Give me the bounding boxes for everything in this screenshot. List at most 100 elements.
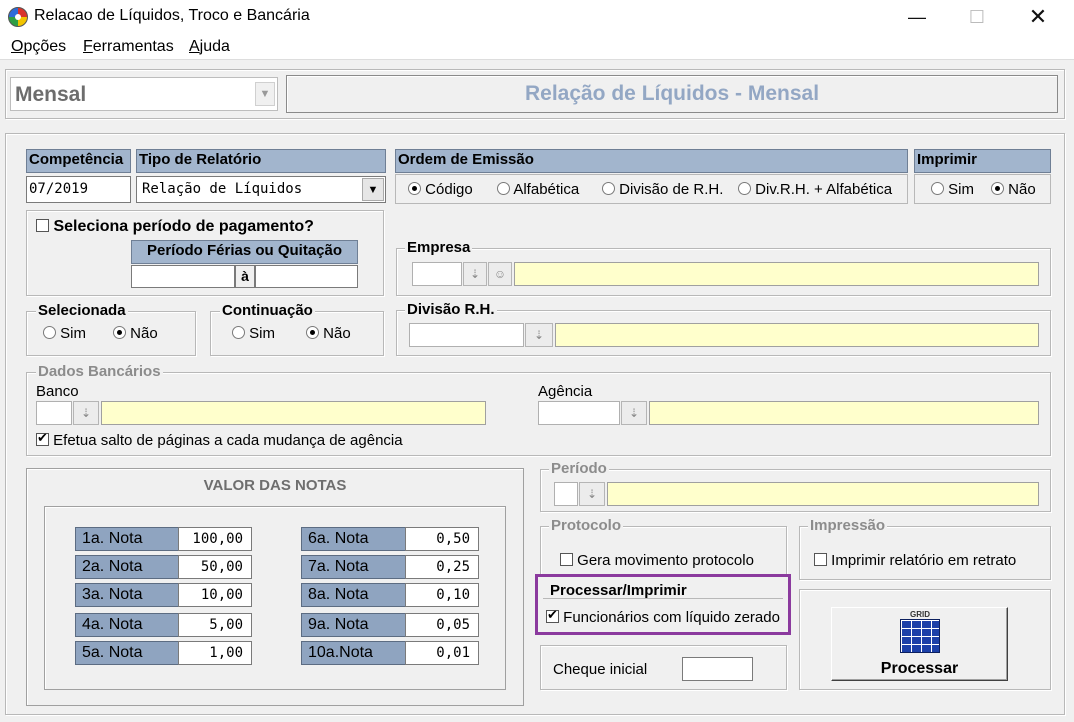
selecionada-option-sim[interactable]: Sim	[43, 325, 86, 342]
periodo-pagamento-checkbox[interactable]: Seleciona período de pagamento?	[36, 218, 314, 236]
nota-9-input[interactable]: 0,05	[405, 613, 479, 637]
protocolo-checkbox[interactable]: Gera movimento protocolo	[560, 552, 754, 569]
divisao-rh-code-input[interactable]	[409, 323, 524, 347]
nota-10-label: 10a.Nota	[301, 641, 406, 665]
nota-7-input[interactable]: 0,25	[405, 555, 479, 579]
nota-1-input[interactable]: 100,00	[178, 527, 252, 551]
periodo-code-input[interactable]	[554, 482, 578, 506]
periodo-inicio-input[interactable]	[131, 265, 235, 288]
nota-2-label: 2a. Nota	[75, 555, 179, 579]
agencia-name-field	[649, 401, 1039, 425]
radio-icon	[306, 326, 319, 339]
liquido-zerado-checkbox[interactable]: Funcionários com líquido zerado	[546, 607, 780, 626]
selecionada-legend: Selecionada	[36, 302, 128, 319]
tipo-relatorio-header: Tipo de Relatório	[136, 149, 386, 173]
app-logo-icon	[8, 7, 28, 27]
nota-8-label: 8a. Nota	[301, 583, 406, 607]
radio-icon	[113, 326, 126, 339]
periodo-separator: à	[235, 265, 255, 288]
competencia-input[interactable]: 07/2019	[26, 176, 131, 203]
maximize-button[interactable]: ☐	[947, 0, 1007, 34]
divisao-rh-lookup-button[interactable]: ⇣	[525, 323, 553, 347]
processar-button[interactable]: GRID Processar	[831, 607, 1008, 681]
mode-select-value: Mensal	[15, 83, 87, 106]
close-icon: ✕	[1028, 4, 1048, 29]
menu-opcoes[interactable]: Opções	[11, 38, 66, 56]
chevron-down-icon[interactable]: ▼	[255, 82, 275, 106]
empresa-search-button[interactable]: ☺	[488, 262, 512, 286]
radio-icon	[602, 182, 615, 195]
nota-5-input[interactable]: 1,00	[178, 641, 252, 665]
periodo-fim-input[interactable]	[255, 265, 358, 288]
banner-title: Relação de Líquidos - Mensal	[524, 82, 820, 105]
impressao-checkbox[interactable]: Imprimir relatório em retrato	[814, 552, 1016, 569]
nota-9-label: 9a. Nota	[301, 613, 406, 637]
valor-notas-title: VALOR DAS NOTAS	[203, 477, 347, 494]
nota-4-input[interactable]: 5,00	[178, 613, 252, 637]
nota-10-input[interactable]: 0,01	[405, 641, 479, 665]
empresa-name-field	[514, 262, 1039, 286]
checkbox-icon	[36, 219, 49, 232]
selecionada-option-nao[interactable]: Não	[113, 325, 158, 342]
menu-ferramentas[interactable]: Ferramentas	[83, 38, 174, 56]
checkbox-icon	[560, 553, 573, 566]
divider	[543, 598, 783, 599]
ordem-emissao-group: Código Alfabética Divisão de R.H. Div.R.…	[395, 174, 908, 204]
divisao-rh-legend: Divisão R.H.	[405, 301, 497, 318]
title-bar: Relacao de Líquidos, Troco e Bancária — …	[0, 0, 1074, 34]
ordem-option-divisao[interactable]: Divisão de R.H.	[602, 181, 723, 198]
nota-2-input[interactable]: 50,00	[178, 555, 252, 579]
empresa-legend: Empresa	[405, 239, 473, 256]
imprimir-header: Imprimir	[914, 149, 1051, 173]
nota-3-label: 3a. Nota	[75, 583, 179, 607]
imprimir-option-sim[interactable]: Sim	[931, 181, 974, 198]
nota-6-input[interactable]: 0,50	[405, 527, 479, 551]
cheque-input[interactable]	[682, 657, 753, 681]
minimize-button[interactable]: —	[887, 0, 947, 34]
ordem-option-div-alfabetica[interactable]: Div.R.H. + Alfabética	[738, 181, 892, 198]
agencia-label: Agência	[538, 383, 593, 400]
tipo-relatorio-value: Relação de Líquidos	[142, 181, 303, 197]
radio-icon	[408, 182, 421, 195]
tipo-relatorio-select[interactable]: Relação de Líquidos ▼	[136, 176, 386, 203]
nota-4-label: 4a. Nota	[75, 613, 179, 637]
banco-lookup-button[interactable]: ⇣	[73, 401, 99, 425]
banco-code-input[interactable]	[36, 401, 72, 425]
periodo-legend: Período	[549, 460, 609, 477]
person-search-icon: ☺	[493, 267, 507, 281]
empresa-lookup-button[interactable]: ⇣	[463, 262, 487, 286]
agencia-lookup-button[interactable]: ⇣	[621, 401, 647, 425]
nota-7-label: 7a. Nota	[301, 555, 406, 579]
continuacao-option-nao[interactable]: Não	[306, 325, 351, 342]
agencia-code-input[interactable]	[538, 401, 620, 425]
imprimir-option-nao[interactable]: Não	[991, 181, 1036, 198]
banco-name-field	[101, 401, 486, 425]
checkbox-icon	[814, 553, 827, 566]
periodo-lookup-button[interactable]: ⇣	[579, 482, 605, 506]
checkbox-icon	[546, 607, 559, 623]
empresa-code-input[interactable]	[412, 262, 462, 286]
dados-bancarios-legend: Dados Bancários	[36, 363, 163, 380]
radio-icon	[232, 326, 245, 339]
menu-ajuda[interactable]: Ajuda	[189, 38, 230, 56]
radio-icon	[991, 182, 1004, 195]
menu-bar: Opções Ferramentas Ajuda	[0, 34, 1074, 60]
close-button[interactable]: ✕	[1008, 0, 1068, 34]
window-title: Relacao de Líquidos, Troco e Bancária	[34, 7, 310, 24]
nota-1-label: 1a. Nota	[75, 527, 179, 551]
nota-8-input[interactable]: 0,10	[405, 583, 479, 607]
nota-6-label: 6a. Nota	[301, 527, 406, 551]
continuacao-legend: Continuação	[220, 302, 315, 319]
mode-select[interactable]: Mensal ▼	[10, 77, 278, 111]
salto-pagina-checkbox[interactable]: Efetua salto de páginas a cada mudança d…	[36, 430, 403, 449]
ordem-option-alfabetica[interactable]: Alfabética	[497, 181, 579, 198]
continuacao-option-sim[interactable]: Sim	[232, 325, 275, 342]
nota-3-input[interactable]: 10,00	[178, 583, 252, 607]
competencia-header: Competência	[26, 149, 131, 173]
ordem-option-codigo[interactable]: Código	[408, 181, 473, 198]
chevron-down-icon[interactable]: ▼	[362, 178, 384, 201]
download-arrow-icon: ⇣	[80, 406, 92, 420]
periodo-ferias-header: Período Férias ou Quitação	[131, 240, 358, 264]
radio-icon	[497, 182, 510, 195]
protocolo-legend: Protocolo	[549, 517, 623, 534]
